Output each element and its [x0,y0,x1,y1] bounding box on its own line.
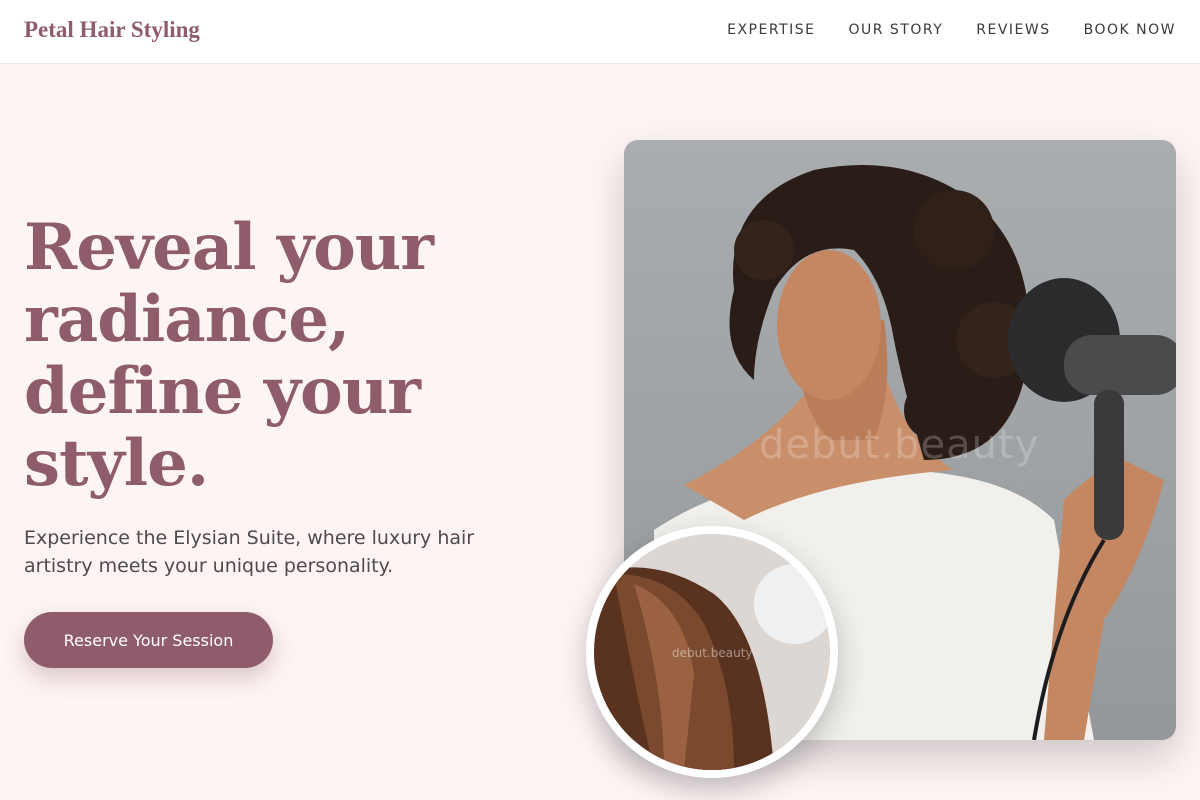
inset-hair-photo: debut.beauty [586,526,838,778]
nav-links: EXPERTISE OUR STORY REVIEWS BOOK NOW [727,22,1176,38]
reserve-session-button[interactable]: Reserve Your Session [24,612,273,668]
hero-photo-watermark: debut.beauty [759,422,1040,468]
nav-link-expertise[interactable]: EXPERTISE [727,22,815,38]
top-nav: Petal Hair Styling EXPERTISE OUR STORY R… [0,0,1200,64]
hero-headline: Reveal your radiance, define your style. [24,210,434,501]
hero-subtitle: Experience the Elysian Suite, where luxu… [24,527,475,577]
nav-link-reviews[interactable]: REVIEWS [976,22,1050,38]
inset-photo-watermark: debut.beauty [672,646,753,660]
nav-link-our-story[interactable]: OUR STORY [848,22,943,38]
nav-link-book-now[interactable]: BOOK NOW [1084,22,1176,38]
brand-logo[interactable]: Petal Hair Styling [24,17,200,43]
